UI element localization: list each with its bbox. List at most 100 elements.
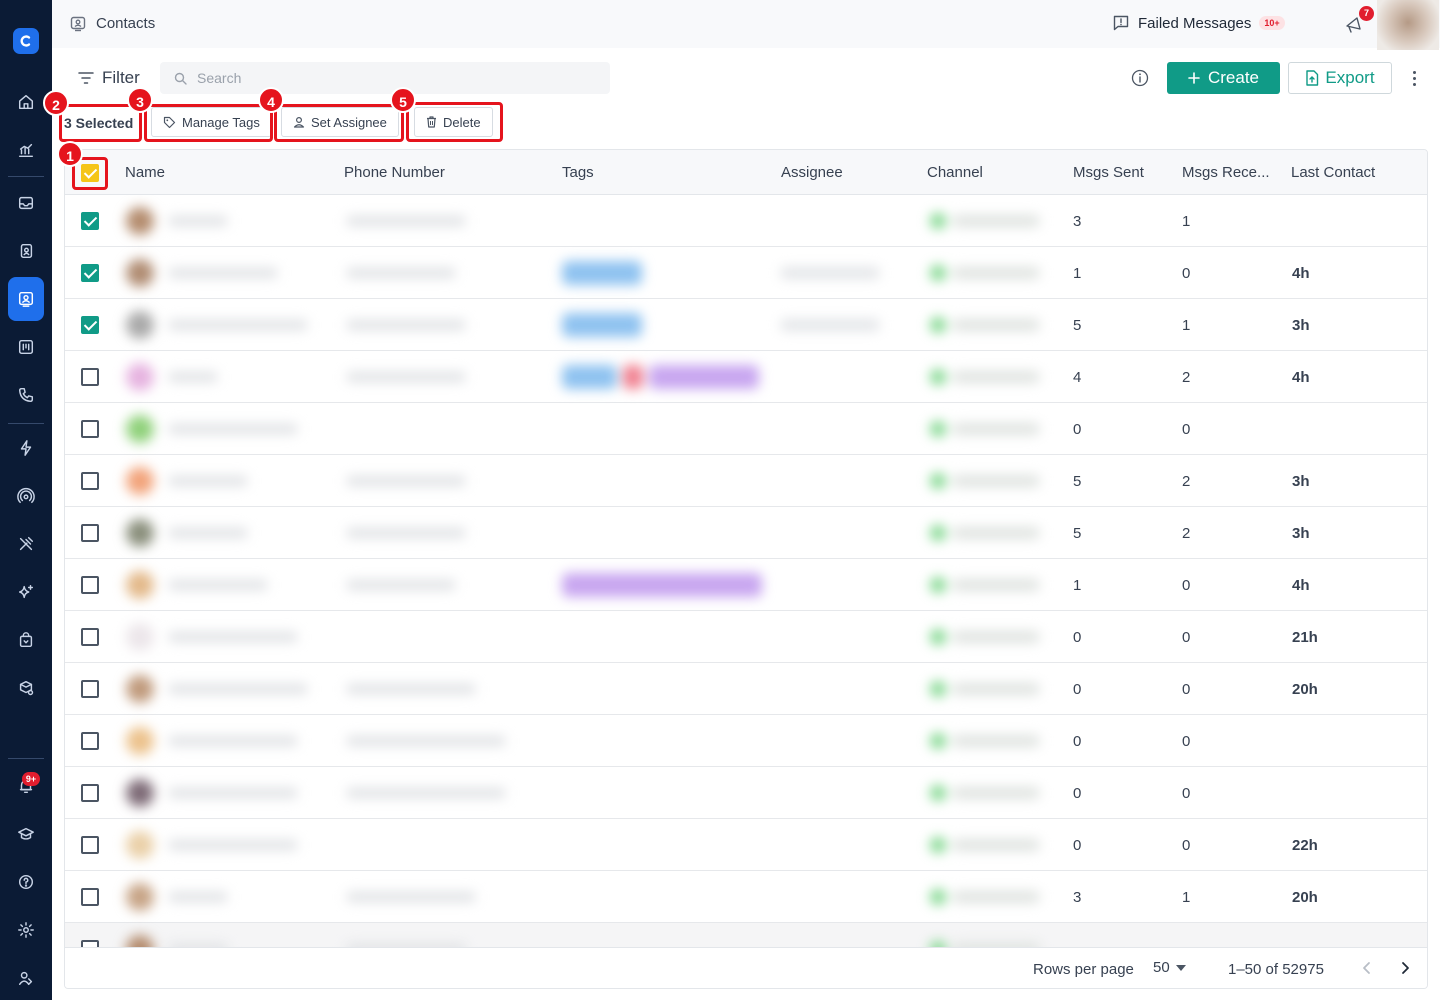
column-header-tags[interactable]: Tags bbox=[562, 164, 594, 181]
column-header-msgs-sent[interactable]: Msgs Sent bbox=[1073, 164, 1144, 181]
table-row[interactable]: 0 0 22h bbox=[65, 819, 1427, 871]
nav-divider bbox=[8, 758, 44, 759]
table-row[interactable]: 1 0 4h bbox=[65, 559, 1427, 611]
row-checkbox[interactable] bbox=[81, 368, 99, 386]
row-checkbox[interactable] bbox=[81, 472, 99, 490]
nav-help-icon[interactable] bbox=[8, 864, 44, 900]
nav-home-icon[interactable] bbox=[8, 84, 44, 120]
nav-ai-sparkle-icon[interactable] bbox=[8, 574, 44, 610]
filter-label: Filter bbox=[102, 68, 140, 87]
nav-tools-icon[interactable] bbox=[8, 526, 44, 562]
redacted-blob bbox=[952, 735, 1040, 747]
manage-tags-button[interactable]: Manage Tags bbox=[151, 107, 272, 137]
file-export-icon bbox=[1306, 70, 1319, 86]
delete-button[interactable]: Delete bbox=[414, 107, 493, 137]
nav-academy-icon[interactable] bbox=[8, 816, 44, 852]
row-checkbox[interactable] bbox=[81, 784, 99, 802]
table-row[interactable]: 31 bbox=[65, 195, 1427, 247]
nav-inbox-icon[interactable] bbox=[8, 185, 44, 221]
msgs-sent-cell: 5 bbox=[1073, 525, 1082, 542]
row-checkbox[interactable] bbox=[81, 888, 99, 906]
nav-integrations-icon[interactable] bbox=[8, 478, 44, 514]
set-assignee-button[interactable]: Set Assignee bbox=[281, 107, 399, 137]
redacted-blob bbox=[930, 889, 946, 905]
table-row[interactable] bbox=[65, 923, 1427, 947]
table-row[interactable]: 0 0 21h bbox=[65, 611, 1427, 663]
nav-commerce-icon[interactable] bbox=[8, 622, 44, 658]
row-checkbox[interactable] bbox=[81, 576, 99, 594]
table-row[interactable]: 4 2 4h bbox=[65, 351, 1427, 403]
row-checkbox[interactable] bbox=[81, 940, 99, 947]
row-checkbox[interactable] bbox=[81, 264, 99, 282]
last-contact-cell: 22h bbox=[1292, 837, 1318, 854]
select-all-checkbox[interactable] bbox=[81, 164, 99, 182]
previous-page-icon[interactable] bbox=[1357, 958, 1377, 978]
rows-per-page-value: 50 bbox=[1153, 959, 1170, 976]
nav-broadcast-icon[interactable] bbox=[8, 329, 44, 365]
app-logo[interactable] bbox=[13, 28, 39, 54]
column-header-last-contact[interactable]: Last Contact bbox=[1291, 164, 1375, 181]
failed-messages-link[interactable]: Failed Messages 10+ bbox=[1112, 14, 1285, 32]
nav-contacts-book-icon[interactable] bbox=[8, 233, 44, 269]
table-row[interactable]: 5 2 3h bbox=[65, 507, 1427, 559]
redacted-blob bbox=[930, 577, 946, 593]
redacted-blob bbox=[562, 573, 762, 597]
column-header-name[interactable]: Name bbox=[125, 164, 165, 181]
create-button-label: Create bbox=[1207, 68, 1260, 87]
create-button[interactable]: Create bbox=[1167, 62, 1280, 94]
redacted-contact-details bbox=[110, 819, 1070, 871]
redacted-blob bbox=[126, 883, 154, 911]
last-contact-cell: 20h bbox=[1292, 889, 1318, 906]
nav-workspace-icon[interactable] bbox=[8, 670, 44, 706]
row-checkbox[interactable] bbox=[81, 628, 99, 646]
nav-divider bbox=[8, 176, 44, 177]
table-row[interactable]: 3 1 20h bbox=[65, 871, 1427, 923]
msgs-received-cell: 0 bbox=[1182, 629, 1191, 646]
export-button[interactable]: Export bbox=[1288, 62, 1392, 94]
nav-team-icon[interactable] bbox=[8, 960, 44, 996]
table-row[interactable]: 00 bbox=[65, 403, 1427, 455]
redacted-contact-details bbox=[110, 715, 1070, 767]
redacted-blob bbox=[126, 623, 154, 651]
more-options-icon[interactable] bbox=[1406, 68, 1422, 88]
table-row[interactable]: 5 1 3h bbox=[65, 299, 1427, 351]
trash-icon bbox=[427, 116, 436, 128]
nav-phone-icon[interactable] bbox=[8, 377, 44, 413]
last-contact-cell: 20h bbox=[1292, 681, 1318, 698]
plus-icon bbox=[1188, 72, 1200, 84]
redacted-blob bbox=[346, 892, 476, 902]
filter-button[interactable]: Filter bbox=[78, 68, 140, 88]
table-row[interactable]: 1 0 4h bbox=[65, 247, 1427, 299]
column-header-msgs-received[interactable]: Msgs Rece... bbox=[1182, 164, 1270, 181]
user-avatar[interactable] bbox=[1377, 0, 1439, 50]
row-checkbox[interactable] bbox=[81, 212, 99, 230]
column-header-phone[interactable]: Phone Number bbox=[344, 164, 445, 181]
nav-contacts-icon[interactable] bbox=[8, 277, 44, 321]
nav-settings-icon[interactable] bbox=[8, 912, 44, 948]
row-checkbox[interactable] bbox=[81, 524, 99, 542]
info-icon[interactable] bbox=[1131, 69, 1149, 87]
row-checkbox[interactable] bbox=[81, 680, 99, 698]
table-row[interactable]: 00 bbox=[65, 715, 1427, 767]
row-checkbox[interactable] bbox=[81, 732, 99, 750]
rows-per-page-select[interactable]: 50 bbox=[1153, 959, 1186, 976]
redacted-blob bbox=[952, 371, 1040, 383]
row-checkbox[interactable] bbox=[81, 316, 99, 334]
msgs-received-cell: 0 bbox=[1182, 421, 1191, 438]
table-row[interactable]: 0 0 20h bbox=[65, 663, 1427, 715]
search-input[interactable] bbox=[197, 70, 577, 86]
search-box[interactable] bbox=[160, 62, 610, 94]
nav-automation-icon[interactable] bbox=[8, 430, 44, 466]
nav-analytics-icon[interactable] bbox=[8, 132, 44, 168]
row-checkbox[interactable] bbox=[81, 836, 99, 854]
next-page-icon[interactable] bbox=[1395, 958, 1415, 978]
row-checkbox[interactable] bbox=[81, 420, 99, 438]
table-row[interactable]: 5 2 3h bbox=[65, 455, 1427, 507]
manage-tags-label: Manage Tags bbox=[182, 114, 260, 130]
table-header: Name Phone Number Tags Assignee Channel … bbox=[65, 150, 1427, 195]
table-row[interactable]: 00 bbox=[65, 767, 1427, 819]
column-header-assignee[interactable]: Assignee bbox=[781, 164, 843, 181]
redacted-blob bbox=[930, 525, 946, 541]
column-header-channel[interactable]: Channel bbox=[927, 164, 983, 181]
msgs-sent-cell: 0 bbox=[1073, 785, 1082, 802]
